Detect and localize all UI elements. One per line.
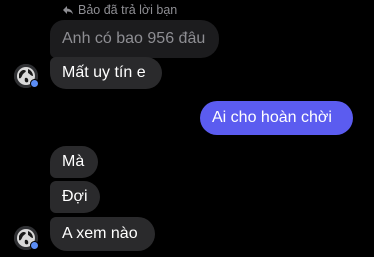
incoming-message-bubble[interactable]: Đợi <box>50 181 100 213</box>
reply-note: Bảo đã trả lời bạn <box>62 2 177 18</box>
incoming-message-text: Mất uy tín e <box>62 64 146 81</box>
incoming-message-text: Đợi <box>62 188 88 205</box>
avatar[interactable] <box>14 226 39 250</box>
avatar[interactable] <box>14 64 39 88</box>
incoming-message-text: A xem nào <box>62 225 138 242</box>
incoming-message-text: Mà <box>62 153 85 170</box>
outgoing-message-text: Ai cho hoàn chời <box>212 109 332 126</box>
incoming-message-bubble[interactable]: Mà <box>50 146 98 178</box>
reply-note-text: Bảo đã trả lời bạn <box>78 3 178 17</box>
quoted-message-bubble[interactable]: Anh có bao 956 đâu <box>50 20 219 58</box>
incoming-message-bubble[interactable]: A xem nào <box>50 217 155 251</box>
quoted-message-text: Anh có bao 956 đâu <box>62 30 206 47</box>
outgoing-message-bubble[interactable]: Ai cho hoàn chời <box>200 101 353 135</box>
active-status-icon <box>30 241 39 250</box>
incoming-message-bubble[interactable]: Mất uy tín e <box>50 57 162 89</box>
active-status-icon <box>30 79 39 88</box>
reply-arrow-icon <box>62 4 74 16</box>
